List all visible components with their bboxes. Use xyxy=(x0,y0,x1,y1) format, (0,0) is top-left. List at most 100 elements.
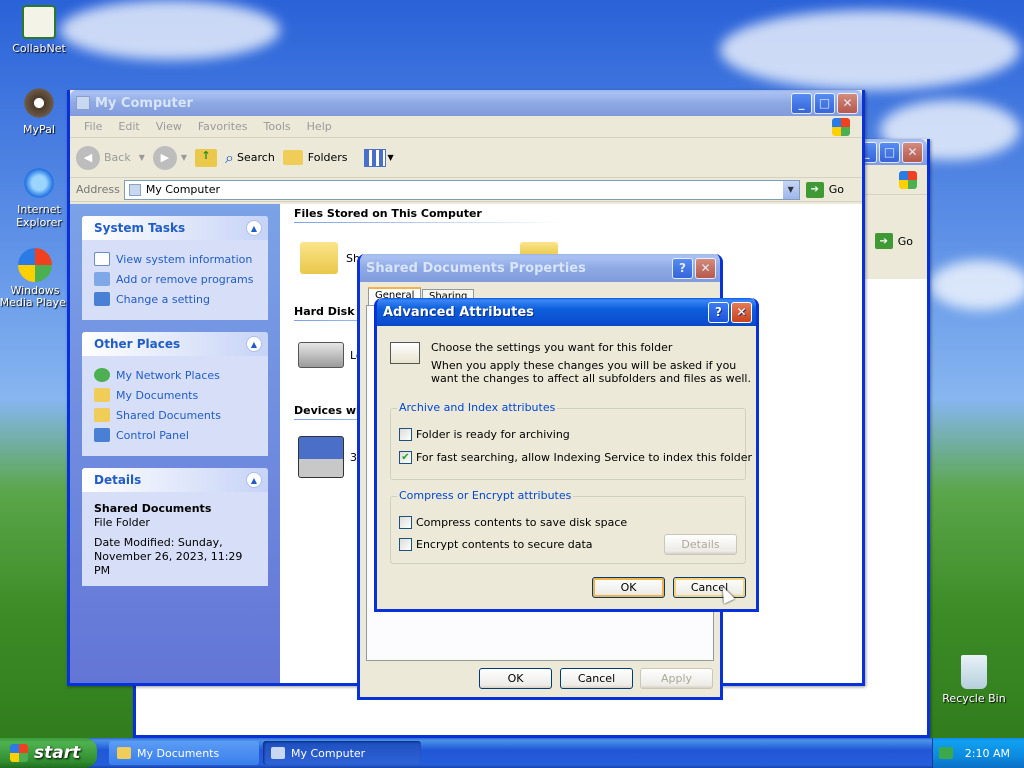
collapse-icon[interactable]: ▲ xyxy=(246,220,262,236)
recycle-bin-icon xyxy=(961,655,987,689)
clock[interactable]: 2:10 AM xyxy=(965,747,1010,760)
encrypt-checkbox[interactable] xyxy=(399,538,412,551)
maximize-button[interactable]: □ xyxy=(814,92,835,114)
system-tasks-panel: System Tasks ▲ View system information A… xyxy=(82,216,268,320)
encrypt-checkbox-row[interactable]: Encrypt contents to secure data xyxy=(399,538,593,551)
collapse-icon[interactable]: ▲ xyxy=(246,336,262,352)
folders-label: Folders xyxy=(307,151,348,164)
windows-flag-icon xyxy=(10,744,28,762)
network-places-icon xyxy=(94,368,110,382)
collapse-icon[interactable]: ▲ xyxy=(246,472,262,488)
forward-button[interactable]: ▶ ▼ xyxy=(152,145,188,170)
menu-bar: File Edit View Favorites Tools Help xyxy=(70,116,862,138)
details-type: File Folder xyxy=(94,516,150,529)
shared-documents-item[interactable]: Sh xyxy=(300,242,360,274)
attributes-icon xyxy=(390,342,420,364)
view-system-info-link[interactable]: View system information xyxy=(94,252,258,266)
desktop-icon-windows-media-player[interactable]: Windows Media Player xyxy=(0,248,74,309)
menu-help[interactable]: Help xyxy=(299,120,340,133)
address-value: My Computer xyxy=(145,183,220,196)
help-button[interactable]: ? xyxy=(708,301,729,323)
link-label: Add or remove programs xyxy=(116,272,254,286)
my-network-places-link[interactable]: My Network Places xyxy=(94,368,258,382)
address-input[interactable]: My Computer ▼ xyxy=(123,179,800,200)
close-button[interactable]: ✕ xyxy=(837,92,858,114)
section-files-stored: Files Stored on This Computer xyxy=(294,207,564,223)
go-button[interactable]: ➔ Go xyxy=(805,181,844,198)
desktop-icon-collabnet[interactable]: CollabNet xyxy=(0,5,78,55)
system-tasks-header[interactable]: System Tasks ▲ xyxy=(82,216,268,240)
toolbar: ◀ Back ▼ ▶ ▼ ↑ ⌕ Search Folders ▼ xyxy=(70,138,862,178)
index-label: For fast searching, allow Indexing Servi… xyxy=(416,451,753,464)
control-panel-icon xyxy=(94,428,110,442)
taskbar-my-documents[interactable]: My Documents xyxy=(109,741,259,765)
up-folder-icon: ↑ xyxy=(195,148,218,167)
local-disk-item[interactable]: Lo xyxy=(298,342,363,368)
menu-favorites[interactable]: Favorites xyxy=(190,120,256,133)
add-remove-programs-link[interactable]: Add or remove programs xyxy=(94,272,258,286)
other-places-header[interactable]: Other Places ▲ xyxy=(82,332,268,356)
close-button[interactable]: ✕ xyxy=(731,301,752,323)
internet-explorer-icon xyxy=(22,166,56,200)
change-setting-link[interactable]: Change a setting xyxy=(94,292,258,306)
desktop-icon-recycle-bin[interactable]: Recycle Bin xyxy=(935,655,1013,705)
advanced-attributes-dialog[interactable]: Advanced Attributes ? ✕ Choose the setti… xyxy=(374,298,759,612)
link-label: Change a setting xyxy=(116,292,210,306)
cancel-button[interactable]: Cancel xyxy=(673,577,746,598)
ok-button[interactable]: OK xyxy=(592,577,665,598)
details-button[interactable]: Details xyxy=(664,534,737,555)
forward-arrow-icon: ▶ xyxy=(152,145,177,170)
views-button[interactable]: ▼ xyxy=(363,148,394,167)
background-go-button[interactable]: ➔ Go xyxy=(874,233,913,249)
maximize-icon[interactable]: □ xyxy=(879,141,900,163)
search-button[interactable]: ⌕ Search xyxy=(225,148,275,168)
shared-documents-link[interactable]: Shared Documents xyxy=(94,408,258,422)
address-dropdown-icon[interactable]: ▼ xyxy=(782,180,799,199)
system-tray: 2:10 AM xyxy=(932,738,1024,768)
up-folder-button[interactable]: ↑ xyxy=(195,148,218,167)
archive-checkbox-row[interactable]: Folder is ready for archiving xyxy=(399,428,570,441)
taskbar-my-computer[interactable]: My Computer xyxy=(263,741,421,765)
folder-icon xyxy=(117,747,131,759)
collabnet-icon xyxy=(22,5,56,39)
index-checkbox-row[interactable]: ✔ For fast searching, allow Indexing Ser… xyxy=(399,451,752,464)
my-computer-titlebar[interactable]: My Computer _ □ ✕ xyxy=(70,90,862,116)
properties-cancel-button[interactable]: Cancel xyxy=(560,668,633,689)
encrypt-label: Encrypt contents to secure data xyxy=(416,538,593,551)
control-panel-link[interactable]: Control Panel xyxy=(94,428,258,442)
close-icon[interactable]: ✕ xyxy=(902,141,923,163)
details-header[interactable]: Details ▲ xyxy=(82,468,268,492)
search-label: Search xyxy=(237,151,275,164)
menu-edit[interactable]: Edit xyxy=(110,120,147,133)
tray-network-icon[interactable] xyxy=(938,747,953,759)
advanced-titlebar[interactable]: Advanced Attributes ? ✕ xyxy=(377,298,756,326)
back-button[interactable]: ◀ Back ▼ xyxy=(76,145,145,170)
my-documents-icon xyxy=(94,388,110,402)
archive-checkbox[interactable] xyxy=(399,428,412,441)
menu-view[interactable]: View xyxy=(148,120,190,133)
properties-titlebar[interactable]: Shared Documents Properties ? ✕ xyxy=(360,254,720,282)
folder-icon xyxy=(300,242,338,274)
folders-button[interactable]: Folders xyxy=(282,150,348,165)
chevron-down-icon: ▼ xyxy=(180,153,188,162)
address-label: Address xyxy=(76,183,120,196)
folders-icon xyxy=(282,150,303,165)
compress-checkbox[interactable] xyxy=(399,516,412,529)
menu-file[interactable]: File xyxy=(76,120,110,133)
compress-checkbox-row[interactable]: Compress contents to save disk space xyxy=(399,516,627,529)
shared-folder-icon xyxy=(94,408,110,422)
properties-ok-button[interactable]: OK xyxy=(479,668,552,689)
cloud xyxy=(930,260,1024,310)
menu-tools[interactable]: Tools xyxy=(256,120,299,133)
details-modified: Date Modified: Sunday, xyxy=(94,536,223,549)
my-documents-link[interactable]: My Documents xyxy=(94,388,258,402)
task-pane: System Tasks ▲ View system information A… xyxy=(70,204,280,683)
minimize-button[interactable]: _ xyxy=(791,92,812,114)
back-arrow-icon: ◀ xyxy=(76,145,100,170)
start-button[interactable]: start xyxy=(0,738,97,768)
link-label: Shared Documents xyxy=(116,408,221,422)
close-button[interactable]: ✕ xyxy=(695,257,716,279)
index-checkbox[interactable]: ✔ xyxy=(399,451,412,464)
help-button[interactable]: ? xyxy=(672,257,693,279)
properties-apply-button[interactable]: Apply xyxy=(640,668,713,689)
